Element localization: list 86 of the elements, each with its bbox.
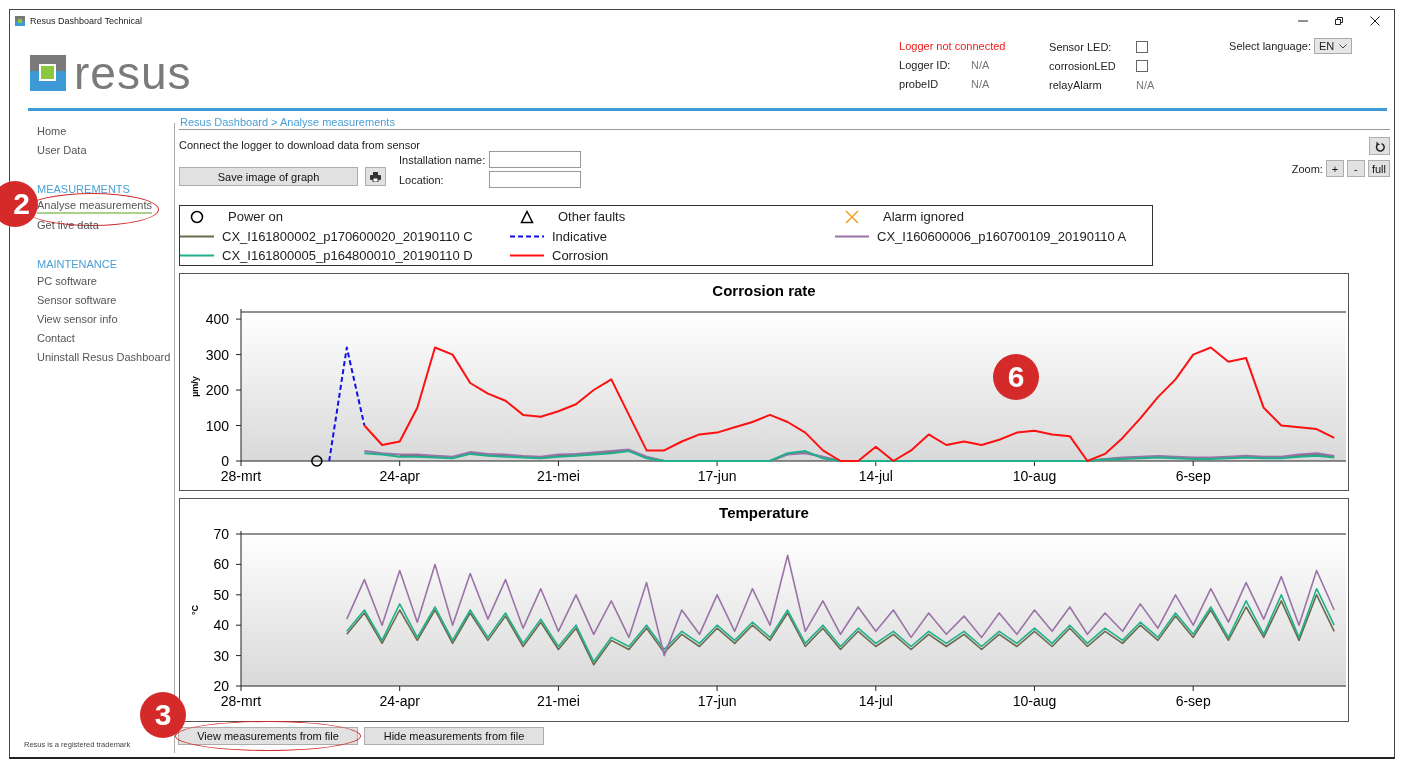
print-button[interactable]: [365, 167, 386, 186]
tick-label: 300: [205, 346, 229, 363]
file-button[interactable]: Hide measurements from file: [364, 727, 544, 745]
tick-label: 0: [221, 453, 229, 469]
file-button[interactable]: View measurements from file: [178, 727, 358, 745]
axis-title: °C: [190, 604, 200, 616]
indicator-label: corrosionLED: [1049, 59, 1117, 72]
tick-label: 70: [213, 526, 229, 542]
tick-label: 17-jun: [697, 693, 737, 709]
input-field[interactable]: [489, 171, 581, 188]
tick-label: 200: [205, 382, 229, 399]
tick-label: 24-apr: [379, 693, 420, 709]
legend-label: CX_I161800002_p170600020_20190110 C: [222, 228, 473, 244]
tick-label: 21-mei: [537, 693, 580, 709]
sidebar-item[interactable]: View sensor info: [37, 311, 118, 328]
section-heading: MAINTENANCE: [37, 257, 119, 272]
indicator-label: Sensor LED:: [1049, 40, 1113, 53]
tick-label: 28-mrt: [220, 468, 262, 484]
window-title: Resus Dashboard Technical: [30, 16, 142, 26]
breadcrumb: Resus Dashboard > Analyse measurements: [180, 116, 395, 128]
status-value: N/A: [971, 58, 990, 71]
tick-label: 24-apr: [379, 468, 420, 484]
app-icon: [15, 16, 25, 26]
tick-label: 40: [213, 617, 229, 634]
tick-label: 14-jul: [858, 468, 893, 484]
callout-badge: 3: [140, 692, 186, 738]
tick-label: 10-aug: [1012, 693, 1057, 709]
chevron-down-icon: [1339, 43, 1347, 49]
checkbox[interactable]: [1136, 40, 1149, 53]
tick-label: 50: [213, 586, 229, 603]
zoom-button[interactable]: +: [1325, 160, 1344, 177]
status-value: N/A: [971, 77, 990, 90]
checkbox[interactable]: [1136, 59, 1149, 72]
tick-label: 21-mei: [537, 468, 580, 484]
field-label: Installation name:: [399, 153, 487, 166]
sidebar-item[interactable]: PC software: [37, 273, 97, 290]
zoom-button[interactable]: -: [1346, 160, 1365, 177]
legend-label: Indicative: [552, 228, 607, 244]
save-image-button[interactable]: Save image of graph: [179, 167, 358, 186]
tick-label: 20: [213, 678, 229, 694]
tick-label: 14-jul: [858, 693, 893, 709]
zoom-label: Zoom:: [1291, 162, 1323, 175]
refresh-icon: [1374, 140, 1385, 152]
tick-label: 17-jun: [697, 468, 737, 484]
printer-icon: [370, 171, 381, 182]
axis-title: µm/y: [190, 376, 200, 397]
legend-label: CX_I160600006_p160700109_20190110 A: [877, 228, 1127, 244]
tick-label: 6-sep: [1175, 693, 1211, 709]
field-label: Location:: [399, 173, 445, 186]
language-dropdown[interactable]: EN: [1314, 38, 1352, 54]
logo-text: resus: [74, 54, 192, 92]
sidebar-item[interactable]: Contact: [37, 330, 75, 347]
sidebar-item[interactable]: User Data: [37, 142, 87, 159]
tick-label: 30: [213, 647, 229, 664]
sidebar-item[interactable]: Home: [37, 123, 67, 140]
legend-label: Other faults: [558, 209, 626, 225]
sidebar-item[interactable]: Uninstall Resus Dashboard: [37, 349, 171, 366]
chart-title: Temperature: [719, 504, 809, 521]
legend-label: Alarm ignored: [883, 209, 964, 225]
input-field[interactable]: [489, 151, 581, 168]
power-on-marker: [311, 455, 323, 467]
instruction-text: Connect the logger to download data from sensor: [179, 139, 421, 151]
status-value: N/A: [1136, 78, 1155, 91]
restore-icon[interactable]: [1334, 16, 1344, 26]
indicator-label: relayAlarm: [1049, 78, 1103, 91]
tick-label: 28-mrt: [220, 693, 262, 709]
sidebar-item[interactable]: Sensor software: [37, 292, 117, 309]
status-label: Logger ID:: [899, 58, 952, 71]
callout-badge: 2: [0, 181, 38, 227]
refresh-button[interactable]: [1369, 137, 1390, 155]
legend-label: CX_I161800005_p164800010_20190110 D: [222, 248, 473, 264]
language-label: Select language:: [1229, 40, 1311, 52]
close-icon[interactable]: [1370, 16, 1380, 26]
tick-label: 6-sep: [1175, 468, 1211, 484]
legend-label: Corrosion: [552, 248, 609, 264]
zoom-button[interactable]: full: [1367, 160, 1390, 177]
logo-icon: [30, 55, 66, 91]
section-heading: MEASUREMENTS: [37, 182, 131, 197]
tick-label: 60: [213, 556, 229, 573]
connection-status: Logger not connected: [899, 40, 1007, 52]
chart-title: Corrosion rate: [712, 282, 816, 299]
tick-label: 400: [205, 311, 229, 328]
legend-label: Power on: [228, 209, 283, 225]
tick-label: 100: [205, 417, 229, 434]
status-label: probeID: [899, 77, 940, 90]
tick-label: 10-aug: [1012, 468, 1057, 484]
